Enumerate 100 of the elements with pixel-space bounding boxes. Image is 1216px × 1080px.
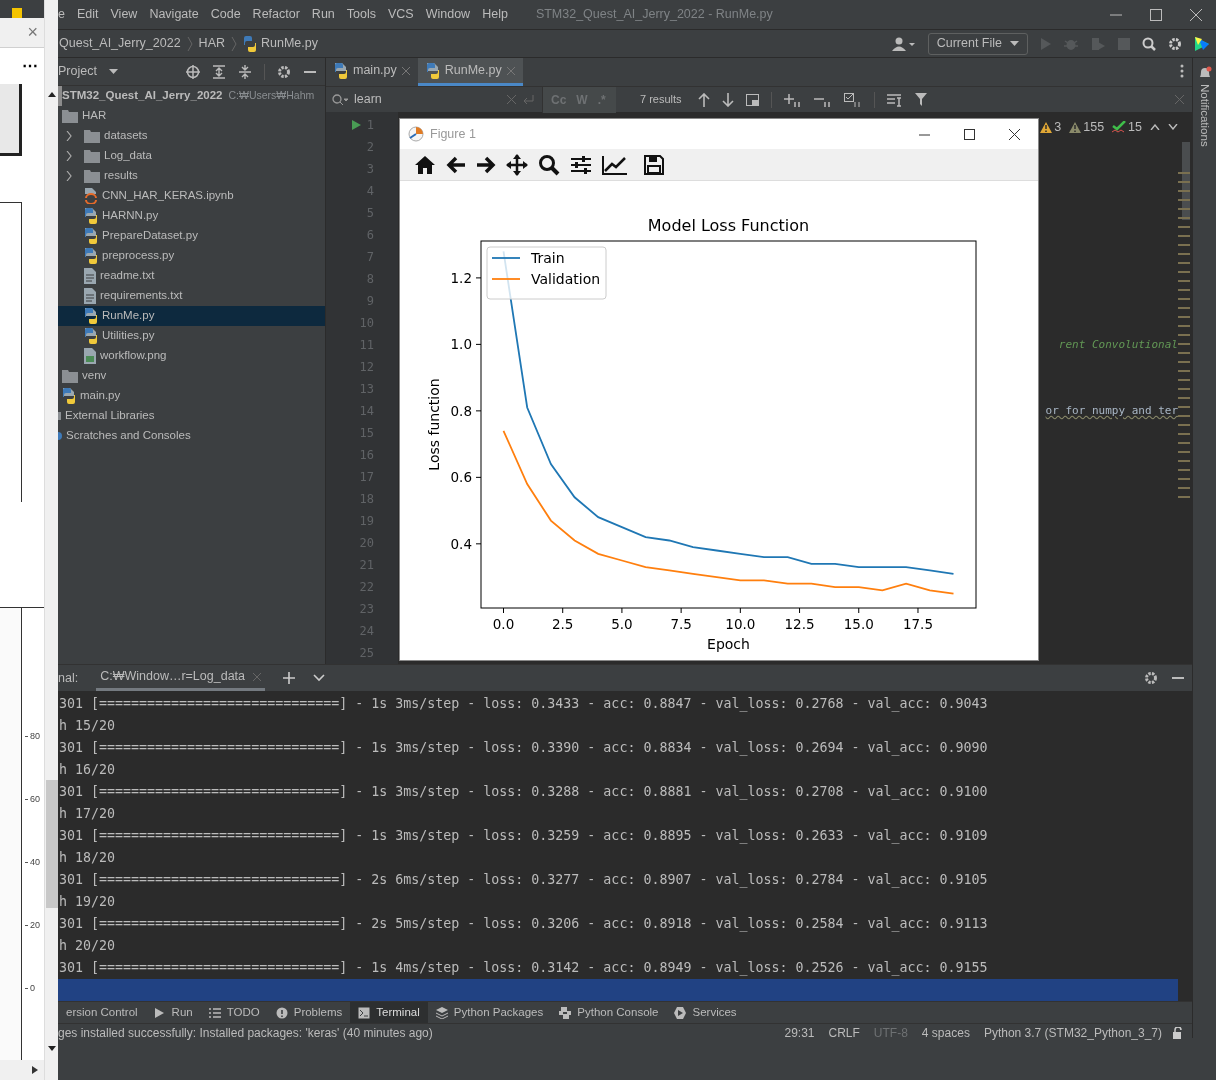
warnings-count[interactable]: 3 [1040, 118, 1062, 137]
scroll-up-icon[interactable] [47, 92, 56, 97]
arrow-right-icon[interactable] [476, 155, 496, 174]
run-icon[interactable] [351, 120, 361, 130]
chevron-up-icon[interactable] [1150, 124, 1160, 131]
tree-item[interactable]: Scratches and Consoles [58, 426, 325, 446]
chevron-icon[interactable] [66, 131, 72, 141]
tool-window-tab[interactable]: Run [145, 1001, 201, 1024]
zoom-icon[interactable] [538, 153, 560, 176]
select-all-icon[interactable] [843, 92, 862, 107]
menu-item[interactable]: e [58, 5, 65, 24]
tree-item[interactable]: workflow.png [58, 346, 325, 366]
filter-lines-icon[interactable] [886, 92, 903, 107]
tool-window-tab[interactable]: Python Packages [427, 1001, 552, 1024]
editor-tab[interactable]: main.py [326, 58, 418, 86]
window-icon[interactable] [745, 93, 759, 106]
chevron-down-icon[interactable] [1168, 124, 1178, 131]
menu-item[interactable]: Tools [346, 5, 376, 24]
tree-item[interactable]: Utilities.py [58, 326, 325, 346]
user-icon[interactable] [891, 36, 916, 51]
search-icon[interactable] [1142, 36, 1156, 51]
breadcrumb[interactable]: Quest_AI_Jerry_2022 [59, 34, 181, 53]
tree-item[interactable]: HARNN.py [58, 206, 325, 226]
menu-item[interactable]: Edit [76, 5, 99, 24]
tool-window-tab[interactable]: Services [666, 1001, 745, 1024]
chevron-down-icon[interactable] [313, 674, 325, 682]
tree-item[interactable]: External Libraries [58, 406, 325, 426]
tool-window-tab[interactable]: Python Console [551, 1001, 667, 1024]
tree-item[interactable]: RunMe.py [58, 306, 325, 326]
tree-item[interactable]: CNN_HAR_KERAS.ipynb [58, 186, 325, 206]
status-item[interactable]: Python 3.7 (STM32_Python_3_7) [983, 1024, 1162, 1042]
expand-all-icon[interactable] [212, 64, 226, 79]
tree-item[interactable]: main.py [58, 386, 325, 406]
close-icon[interactable] [1190, 8, 1202, 21]
lock-icon[interactable] [1172, 1027, 1184, 1039]
tree-item[interactable]: HAR [58, 106, 325, 126]
scrollbar-thumb[interactable] [45, 780, 58, 908]
home-icon[interactable] [414, 154, 436, 175]
editor-tab[interactable]: RunMe.py [417, 58, 523, 86]
run-configuration-dropdown[interactable]: Current File [927, 32, 1028, 55]
breadcrumb[interactable]: RunMe.py [243, 34, 318, 53]
settings-icon[interactable] [1144, 671, 1158, 685]
menu-item[interactable]: Run [311, 5, 335, 24]
arrow-down-icon[interactable] [721, 92, 734, 107]
session-tab[interactable]: C:₩Window…r=Log_data [96, 665, 265, 691]
menu-item[interactable]: Refactor [252, 5, 300, 24]
scroll-down-icon[interactable] [47, 1046, 56, 1051]
tree-item[interactable]: venv [58, 366, 325, 386]
sliders-icon[interactable] [570, 154, 592, 175]
close-icon[interactable] [1009, 128, 1020, 140]
arrow-right-icon[interactable] [32, 1066, 38, 1074]
tree-item[interactable]: datasets [58, 126, 325, 146]
chevron-icon[interactable] [66, 151, 72, 161]
menu-item[interactable]: VCS [388, 5, 414, 24]
add-selection-icon[interactable] [783, 92, 802, 107]
typo-check-icon [1112, 121, 1127, 134]
tool-window-tab[interactable]: Terminal [350, 1001, 428, 1024]
maximize-icon[interactable] [964, 128, 975, 140]
settings-icon[interactable] [1168, 36, 1182, 51]
add-icon[interactable] [283, 672, 295, 684]
breadcrumb[interactable]: HAR [198, 34, 225, 53]
weak-warnings-count[interactable]: 155 [1069, 118, 1105, 137]
save-icon[interactable] [644, 154, 664, 175]
menu-item[interactable]: Help [482, 5, 508, 24]
menu-item[interactable]: Code [210, 5, 241, 24]
tool-window-tab[interactable]: Problems [267, 1001, 351, 1024]
tree-item[interactable]: results [58, 166, 325, 186]
tree-item[interactable]: readme.txt [58, 266, 325, 286]
tree-item[interactable]: preprocess.py [58, 246, 325, 266]
bell-icon[interactable] [1197, 66, 1212, 80]
status-item[interactable]: 29:31 [784, 1024, 815, 1042]
status-item[interactable]: CRLF [828, 1024, 860, 1042]
tool-window-tab[interactable]: TODO [200, 1001, 268, 1024]
tree-item[interactable]: PrepareDataset.py [58, 226, 325, 246]
tree-item[interactable]: requirements.txt [58, 286, 325, 306]
more-icon[interactable] [1180, 64, 1184, 78]
project-root[interactable]: STM32_Quest_AI_Jerry_2022 [62, 87, 223, 105]
locate-icon[interactable] [186, 64, 200, 79]
more-button[interactable]: ⋯ [22, 54, 38, 78]
maximize-icon[interactable] [1150, 8, 1162, 21]
menu-item[interactable]: Navigate [149, 5, 199, 24]
typos-count[interactable]: 15 [1112, 118, 1142, 137]
arrow-up-icon[interactable] [697, 92, 710, 107]
status-item[interactable]: 4 spaces [921, 1024, 970, 1042]
chevron-icon[interactable] [66, 171, 72, 181]
notifications-tab[interactable]: Notifications [1195, 84, 1214, 147]
arrow-left-icon[interactable] [446, 155, 466, 174]
settings-icon[interactable] [277, 64, 291, 79]
menu-item[interactable]: View [110, 5, 138, 24]
menu-item[interactable]: Window [425, 5, 471, 24]
collapse-all-icon[interactable] [238, 64, 252, 79]
app-logo-icon[interactable] [1194, 35, 1210, 52]
move-icon[interactable] [506, 153, 528, 176]
filter-icon[interactable] [914, 93, 927, 106]
scrollbar-thumb[interactable] [1182, 142, 1190, 220]
tool-window-tab[interactable]: ersion Control [58, 1001, 146, 1024]
terminal-line: h 15/20 [58, 717, 117, 735]
project-view-dropdown[interactable]: Project [58, 62, 118, 81]
line-chart-icon[interactable] [602, 154, 628, 175]
tree-item[interactable]: Log_data [58, 146, 325, 166]
